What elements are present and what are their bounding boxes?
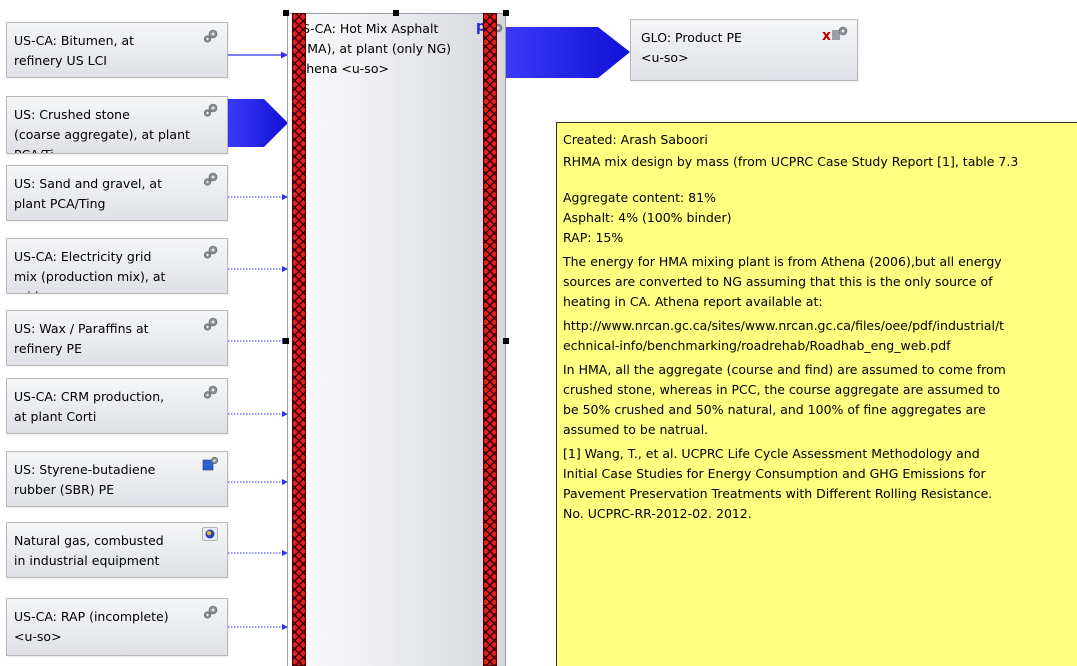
process-bitumen[interactable]: US-CA: Bitumen, at refinery US LCI [6, 22, 228, 78]
process-sand-gravel[interactable]: US: Sand and gravel, at plant PCA/Ting [6, 165, 228, 221]
output-exchange-bar [483, 13, 497, 666]
globe-icon [202, 527, 218, 541]
resize-handle-middle-left[interactable] [283, 338, 289, 344]
gear-icon [203, 245, 218, 259]
process-label: Natural gas, combusted in industrial equ… [14, 533, 164, 568]
resize-handle-middle-right[interactable] [503, 338, 509, 344]
remove-x-icon[interactable]: x [822, 26, 831, 46]
gear-icon [203, 172, 218, 186]
note-line: Asphalt: 4% (100% binder) [563, 210, 732, 225]
dotted-flows [228, 196, 283, 628]
note-link-line: echnical-info/benchmarking/roadrehab/Roa… [563, 338, 951, 353]
process-hot-mix-asphalt[interactable]: US-CA: Hot Mix Asphalt (HMA), at plant (… [287, 13, 506, 666]
gear-icon [832, 26, 848, 40]
output-process-label: GLO: Product PE <u-so> [641, 30, 742, 65]
note-line: sources are converted to NG assuming tha… [563, 274, 993, 289]
gear-icon [203, 385, 218, 399]
note-line: Initial Case Studies for Energy Consumpt… [563, 466, 986, 481]
note-line: heating in CA. Athena report available a… [563, 294, 823, 309]
note-line: In HMA, all the aggregate (course and fi… [563, 362, 1006, 377]
process-label: US-CA: RAP (incomplete) <u-so> [14, 609, 169, 644]
note-line: assumed to be natrual. [563, 422, 709, 437]
gear-icon [203, 29, 218, 43]
process-product-pe[interactable]: GLO: Product PE <u-so> x [630, 19, 858, 81]
process-natural-gas[interactable]: Natural gas, combusted in industrial equ… [6, 522, 228, 578]
note-line: The energy for HMA mixing plant is from … [563, 254, 1002, 269]
gear-icon [203, 605, 218, 619]
flow-arrow-crushed-stone [228, 99, 288, 147]
process-sbr[interactable]: US: Styrene-butadiene rubber (SBR) PE [6, 451, 228, 507]
note-line: Created: Arash Saboori [563, 132, 708, 147]
process-label: US-CA: CRM production, at plant Corti [14, 389, 165, 424]
note-blank-line [563, 172, 1077, 188]
input-exchange-bar [292, 13, 306, 666]
note-line: RAP: 15% [563, 230, 624, 245]
flow-arrow-output [506, 27, 630, 78]
note-line: RHMA mix design by mass (from UCPRC Case… [563, 154, 1019, 169]
resize-handle-top-right[interactable] [503, 10, 509, 16]
resize-handle-top-middle[interactable] [393, 10, 399, 16]
process-crushed-stone[interactable]: US: Crushed stone (coarse aggregate), at… [6, 96, 228, 154]
process-label: US: Crushed stone (coarse aggregate), at… [14, 107, 190, 153]
process-label: US-CA: Electricity grid mix (production … [14, 249, 166, 293]
process-label: US-CA: Bitumen, at refinery US LCI [14, 33, 135, 68]
resize-handle-top-left[interactable] [283, 10, 289, 16]
note-link-line: http://www.nrcan.gc.ca/sites/www.nrcan.g… [563, 318, 1005, 333]
note-line: be 50% crushed and 50% natural, and 100%… [563, 402, 986, 417]
gear-icon [203, 103, 218, 117]
comment-note[interactable]: Created: Arash Saboori RHMA mix design b… [556, 122, 1077, 666]
gear-icon [203, 317, 218, 331]
process-wax-paraffins[interactable]: US: Wax / Paraffins at refinery PE [6, 310, 228, 366]
note-line: crushed stone, whereas in PCC, the cours… [563, 382, 1001, 397]
note-line: Aggregate content: 81% [563, 190, 716, 205]
process-crm-production[interactable]: US-CA: CRM production, at plant Corti [6, 378, 228, 434]
note-line: [1] Wang, T., et al. UCPRC Life Cycle As… [563, 446, 980, 461]
note-line: Pavement Preservation Treatments with Di… [563, 486, 993, 501]
process-electricity[interactable]: US-CA: Electricity grid mix (production … [6, 238, 228, 294]
process-label: US: Sand and gravel, at plant PCA/Ting [14, 176, 162, 211]
process-label: US: Styrene-butadiene rubber (SBR) PE [14, 462, 156, 497]
main-process-label: US-CA: Hot Mix Asphalt (HMA), at plant (… [293, 21, 452, 76]
process-label: US: Wax / Paraffins at refinery PE [14, 321, 149, 356]
note-line: No. UCPRC-RR-2012-02. 2012. [563, 506, 752, 521]
process-rap[interactable]: US-CA: RAP (incomplete) <u-so> [6, 598, 228, 656]
blue-plan-gear-icon [202, 456, 219, 471]
